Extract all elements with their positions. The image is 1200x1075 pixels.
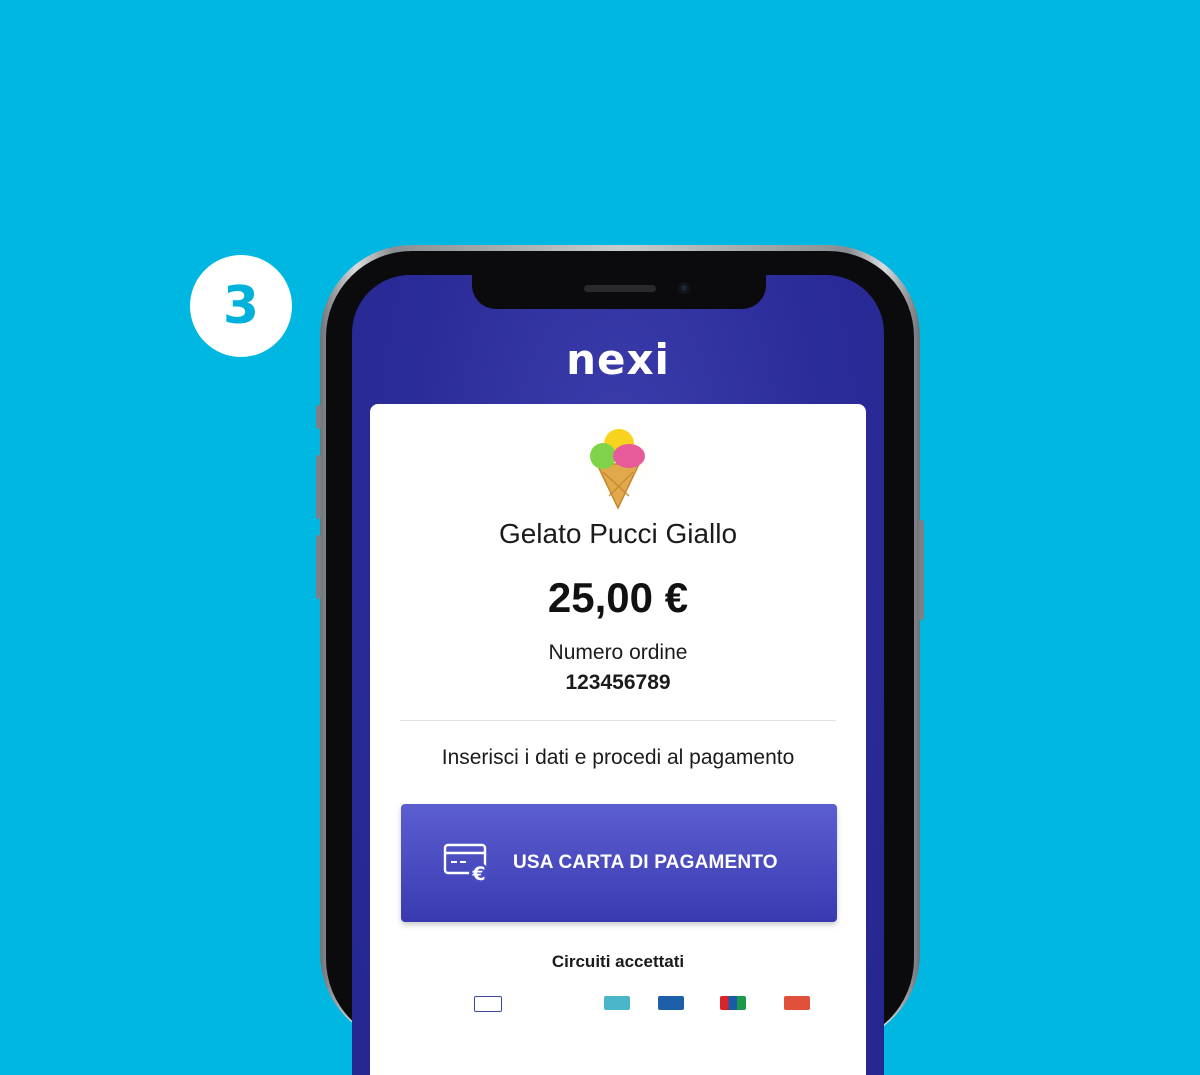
credit-card-euro-icon: € xyxy=(443,843,489,883)
phone-side-button xyxy=(316,405,321,429)
nexi-logo: nexi xyxy=(566,335,670,384)
ice-cream-cone-icon xyxy=(584,426,652,510)
product-name: Gelato Pucci Giallo xyxy=(498,518,738,549)
front-camera-icon xyxy=(678,282,690,294)
order-number-label: Numero ordine xyxy=(548,641,688,664)
phone-frame: nexi Gelato Pucci Giallo 25,00 € Numero … xyxy=(316,245,924,1075)
card-circuit-logo-1 xyxy=(474,996,502,1012)
card-circuit-logo-5 xyxy=(784,996,810,1010)
phone-power-button xyxy=(919,520,924,620)
phone-volume-down-button xyxy=(316,535,321,599)
order-number-value: 123456789 xyxy=(565,671,671,694)
card-circuit-logo-3 xyxy=(658,996,684,1010)
card-circuit-logo-2 xyxy=(604,996,630,1010)
card-circuit-logo-4 xyxy=(720,996,746,1010)
payment-instructions: Inserisci i dati e procedi al pagamento xyxy=(441,746,795,769)
payment-amount: 25,00 € xyxy=(547,574,689,621)
payment-card: Gelato Pucci Giallo 25,00 € Numero ordin… xyxy=(370,404,866,1075)
accepted-circuits-title: Circuiti accettati xyxy=(551,952,685,971)
divider xyxy=(400,720,836,721)
phone-volume-up-button xyxy=(316,455,321,519)
accepted-circuits-logos xyxy=(474,996,834,1016)
phone-notch xyxy=(472,275,766,309)
use-payment-card-button[interactable]: € USA CARTA DI PAGAMENTO xyxy=(401,804,837,922)
use-payment-card-label: USA CARTA DI PAGAMENTO xyxy=(513,852,778,873)
step-number: 3 xyxy=(222,276,260,336)
step-number-badge: 3 xyxy=(190,255,292,357)
svg-text:€: € xyxy=(471,863,485,883)
speaker-grille xyxy=(584,285,656,292)
phone-screen: nexi Gelato Pucci Giallo 25,00 € Numero … xyxy=(352,275,884,1075)
